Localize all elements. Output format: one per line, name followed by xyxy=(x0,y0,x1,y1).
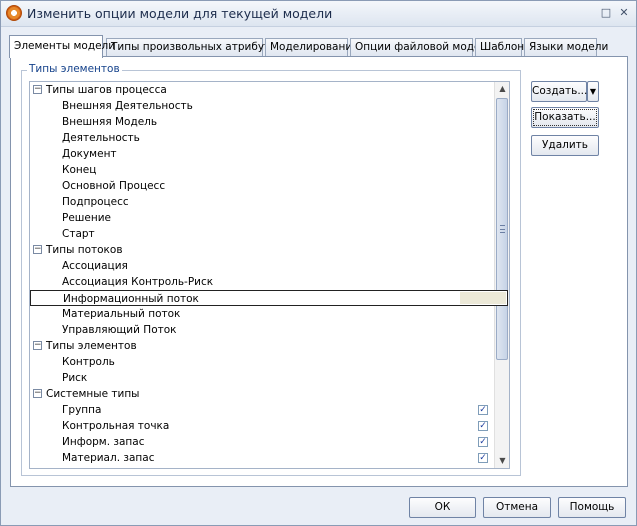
cancel-button[interactable]: Отмена xyxy=(483,497,551,518)
tab-panel: Типы элементов − Типы шагов процесса Внешн… xyxy=(10,56,628,487)
scroll-thumb[interactable] xyxy=(496,98,508,360)
tree-item[interactable]: Ассоциация Контроль-Риск xyxy=(30,274,508,290)
tree-item-label: Контроль xyxy=(62,356,115,368)
tree-item-label: Информационный поток xyxy=(63,293,199,305)
tree-item[interactable]: Внешняя Деятельность xyxy=(30,98,508,114)
tree-item[interactable]: Ассоциация xyxy=(30,258,508,274)
tree-item-label: Деятельность xyxy=(62,132,140,144)
maximize-icon[interactable]: □ xyxy=(598,6,614,21)
help-button[interactable]: Помощь xyxy=(558,497,626,518)
tree-item[interactable]: Заметка✓ xyxy=(30,466,508,468)
tab-template[interactable]: Шаблон xyxy=(475,38,524,57)
tree-category[interactable]: − Типы элементов xyxy=(30,338,508,354)
tree-item[interactable]: Управляющий Поток xyxy=(30,322,508,338)
tree-item-label: Внешняя Деятельность xyxy=(62,100,193,112)
tree-item[interactable]: Конец xyxy=(30,162,508,178)
tree-item-label: Контрольная точка xyxy=(62,420,170,432)
collapse-icon[interactable]: − xyxy=(33,85,42,94)
tree-item-label: Старт xyxy=(62,228,95,240)
tab-modeling[interactable]: Моделирование xyxy=(265,38,359,57)
tree-item-label: Типы элементов xyxy=(46,340,137,352)
scroll-up-icon[interactable]: ▲ xyxy=(495,82,509,96)
tree-category[interactable]: − Типы шагов процесса xyxy=(30,82,508,98)
visibility-checkbox[interactable]: ✓ xyxy=(478,453,488,463)
tree-item[interactable]: Документ xyxy=(30,146,508,162)
tree-item[interactable]: Материал. запас ✓ xyxy=(30,450,508,466)
tab-custom-attribute-types[interactable]: Типы произвольных атрибутов xyxy=(106,38,283,57)
show-button[interactable]: Показать... xyxy=(531,107,599,128)
tree-item-label: Материальный поток xyxy=(62,308,181,320)
window-title: Изменить опции модели для текущей модели xyxy=(27,6,333,21)
tree-item-label: Документ xyxy=(62,148,117,160)
tree-item[interactable]: Основной Процесс xyxy=(30,178,508,194)
scroll-down-icon[interactable]: ▼ xyxy=(495,454,509,468)
tree-item-label: Основной Процесс xyxy=(62,180,166,192)
tree-item[interactable]: Информ. запас ✓ xyxy=(30,434,508,450)
tree-item[interactable]: Внешняя Модель xyxy=(30,114,508,130)
tree-item-label: Типы шагов процесса xyxy=(46,84,167,96)
app-icon xyxy=(6,5,22,21)
ok-button[interactable]: ОК xyxy=(409,497,476,518)
tree-item-label: Риск xyxy=(62,372,88,384)
tree-item-label: Подпроцесс xyxy=(62,196,129,208)
create-button[interactable]: Создать... xyxy=(531,81,587,102)
collapse-icon[interactable]: − xyxy=(33,389,42,398)
visibility-checkbox[interactable]: ✓ xyxy=(478,437,488,447)
tree-category[interactable]: − Типы потоков xyxy=(30,242,508,258)
tree-item-label: Конец xyxy=(62,164,97,176)
tree-item-label: Управляющий Поток xyxy=(62,324,177,336)
dialog-window: Изменить опции модели для текущей модели… xyxy=(0,0,637,526)
tree-item-label: Системные типы xyxy=(46,388,140,400)
visibility-checkbox[interactable]: ✓ xyxy=(478,405,488,415)
tree-item-label: Информ. запас xyxy=(62,436,145,448)
tab-model-elements[interactable]: Элементы модели xyxy=(9,35,115,58)
title-bar[interactable]: Изменить опции модели для текущей модели… xyxy=(1,1,636,27)
collapse-icon[interactable]: − xyxy=(33,341,42,350)
tree-item-label: Группа xyxy=(62,404,102,416)
tree-item[interactable]: Контрольная точка ✓ xyxy=(30,418,508,434)
tree-item[interactable]: Решение xyxy=(30,210,508,226)
tree-item[interactable]: Риск xyxy=(30,370,508,386)
collapse-icon[interactable]: − xyxy=(33,245,42,254)
tab-file-model-options[interactable]: Опции файловой модели xyxy=(350,38,494,57)
tree-item-label: Внешняя Модель xyxy=(62,116,158,128)
element-types-tree[interactable]: − Типы шагов процесса Внешняя Деятельность… xyxy=(29,81,510,469)
scroll-grip-icon xyxy=(500,225,505,233)
tree-item[interactable]: Информационный поток xyxy=(30,290,508,306)
visibility-checkbox[interactable]: ✓ xyxy=(478,421,488,431)
tree-item[interactable]: Старт xyxy=(30,226,508,242)
close-icon[interactable]: ✕ xyxy=(616,6,632,21)
create-dropdown-icon[interactable]: ▼ xyxy=(587,81,599,102)
tab-model-languages[interactable]: Языки модели xyxy=(524,38,608,57)
tree-scrollbar[interactable]: ▲ ▼ xyxy=(494,82,509,468)
tree-item[interactable]: Деятельность xyxy=(30,130,508,146)
tree-item-label: Решение xyxy=(62,212,112,224)
group-label: Типы элементов xyxy=(27,63,122,75)
delete-button[interactable]: Удалить xyxy=(531,135,599,156)
tree-item-label: Ассоциация Контроль-Риск xyxy=(62,276,214,288)
tree-item[interactable]: Материальный поток xyxy=(30,306,508,322)
tree-item-label: Ассоциация xyxy=(62,260,128,272)
tree-item[interactable]: Подпроцесс xyxy=(30,194,508,210)
tree-item-label: Типы потоков xyxy=(46,244,123,256)
tree-item-label: Заметка xyxy=(62,466,108,468)
tree-item[interactable]: Группа ✓ xyxy=(30,402,508,418)
tree-item-label: Материал. запас xyxy=(62,452,155,464)
tree-item[interactable]: Контроль xyxy=(30,354,508,370)
tree-category[interactable]: − Системные типы xyxy=(30,386,508,402)
